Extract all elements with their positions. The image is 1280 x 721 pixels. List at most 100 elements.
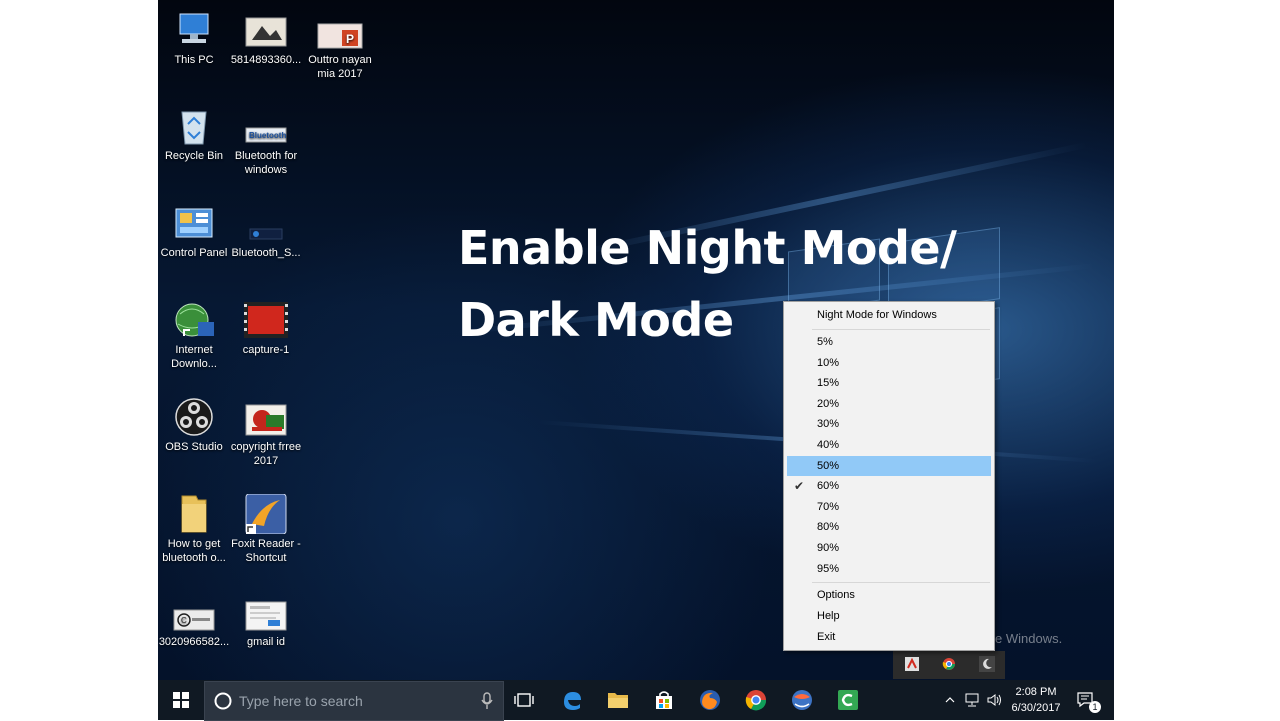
desktop-icon-recycle-bin[interactable]: Recycle Bin bbox=[158, 106, 230, 163]
task-view-icon bbox=[514, 693, 534, 707]
image-file-icon bbox=[242, 10, 290, 50]
volume-tray-icon[interactable] bbox=[984, 680, 1004, 720]
menu-item-10[interactable]: 10% bbox=[787, 353, 991, 373]
menu-item-30[interactable]: 30% bbox=[787, 414, 991, 434]
foxit-reader-icon bbox=[242, 493, 290, 535]
svg-text:C: C bbox=[181, 616, 187, 625]
menu-separator bbox=[812, 329, 990, 330]
obs-studio-icon bbox=[170, 397, 218, 437]
clock-date: 6/30/2017 bbox=[1011, 702, 1061, 714]
clock[interactable]: 2:08 PM 6/30/2017 bbox=[1010, 680, 1062, 720]
desktop-icon-image-5814[interactable]: 5814893360... bbox=[230, 10, 302, 67]
adobe-tray-icon[interactable] bbox=[905, 657, 919, 676]
desktop-icon-label: Control Panel bbox=[160, 247, 228, 259]
edge-icon bbox=[564, 692, 581, 710]
desktop-icon-label: Recycle Bin bbox=[164, 150, 224, 162]
menu-item-90[interactable]: 90% bbox=[787, 538, 991, 558]
svg-text:P: P bbox=[346, 32, 354, 46]
desktop-icon-label: gmail id bbox=[247, 636, 285, 648]
night-mode-context-menu[interactable]: Night Mode for Windows 5% 10% 15% 20% 30… bbox=[783, 301, 995, 651]
menu-item-exit[interactable]: Exit bbox=[787, 627, 991, 647]
desktop-icon-label: copyright frree 2017 bbox=[230, 441, 302, 467]
desktop-icon-label: Bluetooth for windows bbox=[234, 150, 298, 176]
search-placeholder: Type here to search bbox=[239, 693, 363, 709]
desktop-icon-obs-studio[interactable]: OBS Studio bbox=[158, 397, 230, 454]
night-mode-tray-icon[interactable] bbox=[979, 656, 995, 677]
menu-item-15[interactable]: 15% bbox=[787, 373, 991, 393]
camtasia-taskbar-button[interactable] bbox=[832, 680, 864, 720]
desktop-icon-internet-download-manager[interactable]: Internet Downlo... bbox=[158, 300, 230, 371]
right-margin bbox=[1114, 0, 1280, 720]
menu-item-40[interactable]: 40% bbox=[787, 435, 991, 455]
menu-item-95[interactable]: 95% bbox=[787, 559, 991, 579]
desktop-icon-label: Internet Downlo... bbox=[171, 344, 217, 370]
video-file-icon bbox=[242, 300, 290, 340]
browser-taskbar-button[interactable] bbox=[786, 680, 818, 720]
desktop-icon-this-pc[interactable]: This PC bbox=[158, 10, 230, 67]
desktop-icon-foxit-reader[interactable]: Foxit Reader - Shortcut bbox=[230, 493, 302, 565]
notification-count-badge: 1 bbox=[1089, 701, 1101, 713]
clock-time: 2:08 PM bbox=[1015, 686, 1057, 698]
menu-item-60-checked[interactable]: ✔ 60% bbox=[787, 476, 991, 496]
desktop-icon-capture-1[interactable]: capture-1 bbox=[230, 300, 302, 357]
image-file-icon bbox=[242, 592, 290, 632]
menu-item-help[interactable]: Help bbox=[787, 606, 991, 626]
search-box[interactable]: Type here to search bbox=[204, 681, 504, 721]
svg-text:Bluetooth: Bluetooth bbox=[249, 131, 286, 140]
desktop-icon-label: Foxit Reader - Shortcut bbox=[231, 538, 301, 564]
tray-overflow-flyout bbox=[893, 651, 1005, 679]
desktop-icon-label: capture-1 bbox=[242, 344, 290, 356]
task-view-button[interactable] bbox=[510, 680, 538, 720]
desktop-icon-bluetooth-s[interactable]: Bluetooth_S... bbox=[230, 203, 302, 260]
left-margin bbox=[0, 0, 158, 720]
windows-logo-icon bbox=[173, 692, 189, 708]
bluetooth-image-icon: Bluetooth bbox=[242, 106, 290, 146]
menu-item-80[interactable]: 80% bbox=[787, 517, 991, 537]
chrome-tray-icon[interactable] bbox=[942, 657, 956, 676]
desktop-icon-label: Bluetooth_S... bbox=[231, 247, 301, 259]
menu-item-70[interactable]: 70% bbox=[787, 497, 991, 517]
start-button[interactable] bbox=[158, 680, 204, 720]
store-taskbar-button[interactable] bbox=[648, 680, 680, 720]
desktop-icon-label: 5814893360... bbox=[230, 54, 302, 66]
desktop-icon-label: This PC bbox=[174, 54, 214, 66]
firefox-taskbar-button[interactable] bbox=[694, 680, 726, 720]
this-pc-icon bbox=[170, 10, 218, 50]
desktop-icon-label: 3020966582... bbox=[158, 636, 230, 648]
menu-item-options[interactable]: Options bbox=[787, 585, 991, 605]
control-panel-icon bbox=[170, 203, 218, 243]
desktop-icon-gmail-id[interactable]: gmail id bbox=[230, 592, 302, 649]
chrome-taskbar-button[interactable] bbox=[740, 680, 772, 720]
recycle-bin-icon bbox=[170, 106, 218, 146]
cortana-circle-icon bbox=[214, 692, 232, 710]
desktop-icon-label: How to get bluetooth o... bbox=[162, 538, 226, 564]
desktop-icon-copyright-free[interactable]: copyright frree 2017 bbox=[230, 397, 302, 468]
menu-title: Night Mode for Windows bbox=[817, 309, 937, 321]
checkmark-icon: ✔ bbox=[794, 479, 805, 494]
camtasia-icon bbox=[838, 690, 858, 710]
network-icon bbox=[965, 693, 979, 707]
bluetooth-file-icon bbox=[242, 203, 290, 243]
desktop-icon-label: OBS Studio bbox=[165, 441, 223, 453]
menu-item-5[interactable]: 5% bbox=[787, 332, 991, 352]
file-explorer-icon bbox=[608, 693, 628, 708]
action-center-button[interactable]: 1 bbox=[1072, 680, 1101, 720]
desktop-icon-control-panel[interactable]: Control Panel bbox=[158, 203, 230, 260]
menu-item-50-highlighted[interactable]: 50% bbox=[787, 455, 991, 476]
firefox-icon bbox=[700, 690, 720, 710]
microphone-icon bbox=[481, 692, 493, 709]
show-hidden-icons-button[interactable] bbox=[942, 680, 958, 720]
desktop-icon-how-to-get-bluetooth[interactable]: How to get bluetooth o... bbox=[158, 494, 230, 565]
file-explorer-taskbar-button[interactable] bbox=[602, 680, 634, 720]
desktop-icon-outtro-ppt[interactable]: P Outtro nayan mia 2017 bbox=[304, 10, 376, 81]
desktop-icon-3020966582[interactable]: C 3020966582... bbox=[158, 592, 230, 649]
speaker-icon bbox=[987, 694, 1001, 706]
edge-taskbar-button[interactable] bbox=[556, 680, 588, 720]
globe-browser-icon bbox=[792, 690, 812, 710]
store-icon bbox=[656, 691, 672, 709]
menu-item-20[interactable]: 20% bbox=[787, 394, 991, 414]
network-tray-icon[interactable] bbox=[962, 680, 982, 720]
desktop-icon-bluetooth-for-windows[interactable]: Bluetooth Bluetooth for windows bbox=[230, 106, 302, 177]
chevron-up-icon bbox=[945, 697, 955, 703]
menu-separator bbox=[812, 582, 990, 583]
